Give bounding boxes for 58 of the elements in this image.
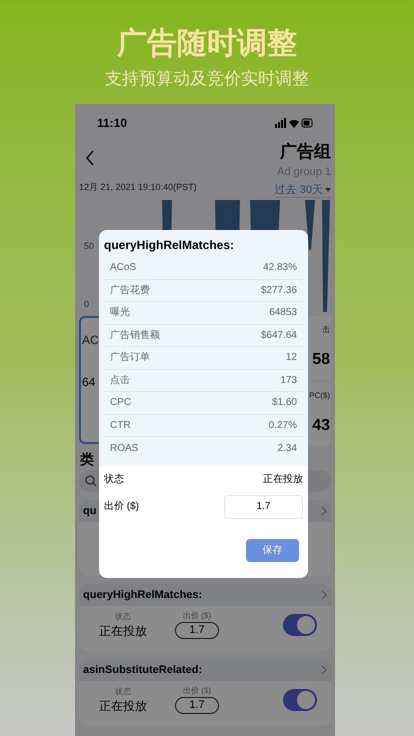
status-text: 正在投放 [263, 472, 303, 487]
status-icons [275, 118, 313, 128]
metric-label: 广告销售额 [110, 328, 160, 343]
search-icon [85, 475, 97, 487]
metric-value: 0.27% [268, 418, 297, 433]
toggle-switch[interactable] [283, 614, 317, 636]
metric-label: 曝光 [110, 306, 130, 320]
dialog-title: queryHighRelMatches: [103, 237, 236, 254]
metric-label: ACoS [110, 261, 136, 276]
chevron-icon[interactable] [321, 665, 327, 675]
save-button[interactable]: 保存 [246, 538, 299, 562]
field-label: 出价 ($) [183, 685, 211, 697]
page-title: 广告组 [280, 141, 331, 163]
metric-label: ROAS [110, 442, 138, 456]
status-time: 11:10 [97, 115, 128, 132]
banner-subtitle: 支持预算动及竞价实时调整 [105, 68, 309, 90]
section-title: 类 [79, 450, 95, 469]
axis-label: 50 [84, 240, 94, 253]
status-text: 正在投放 [99, 622, 147, 638]
field-label: 状态 [115, 686, 131, 698]
toggle-switch[interactable] [283, 688, 317, 710]
stat-value: 58 [312, 350, 330, 370]
stat-label: AC [82, 332, 99, 348]
metric-value: $647.64 [260, 328, 297, 343]
field-label: 状态 [115, 610, 131, 622]
metric-value: 2.34 [278, 442, 297, 456]
field-label: 状态 [104, 472, 124, 487]
metric-value: $277.36 [260, 284, 297, 298]
caret-icon [325, 188, 331, 192]
stat-label: 击 [322, 324, 330, 336]
metric-value: 42.83% [263, 261, 297, 276]
keyword-title: queryHighRelMatches: [83, 588, 202, 603]
metric-value: $1.60 [272, 396, 297, 410]
chevron-icon[interactable] [321, 506, 327, 516]
metric-value: 12 [286, 351, 297, 366]
keyword-title: qu [83, 504, 96, 519]
bid-field[interactable]: 1.7 [175, 622, 219, 639]
metric-value: 64853 [269, 306, 297, 320]
keyword-title: asinSubstituteRelated: [83, 662, 202, 678]
field-label: 出价 ($) [183, 610, 211, 622]
timestamp: 12月 21, 2021 19:10:40(PST) [79, 181, 197, 193]
metric-label: CTR [110, 418, 131, 433]
stat-value: 64 [82, 374, 96, 390]
metric-label: 点击 [110, 374, 130, 388]
metric-label: CPC [110, 396, 132, 410]
metric-value: 173 [280, 374, 297, 388]
bid-field[interactable]: 1.7 [175, 697, 219, 714]
status-text: 正在投放 [99, 698, 147, 714]
back-icon[interactable] [85, 150, 95, 166]
axis-label: 0 [84, 298, 90, 311]
chevron-icon[interactable] [321, 590, 327, 600]
stat-label: PC($) [309, 390, 330, 402]
bid-field[interactable]: 1.7 [224, 494, 303, 518]
field-label: 出价 ($) [104, 500, 139, 514]
metric-label: 广告花费 [110, 284, 150, 298]
metric-label: 广告订单 [110, 350, 150, 366]
banner-title: 广告随时调整 [117, 26, 297, 62]
stat-value: 43 [312, 416, 330, 436]
